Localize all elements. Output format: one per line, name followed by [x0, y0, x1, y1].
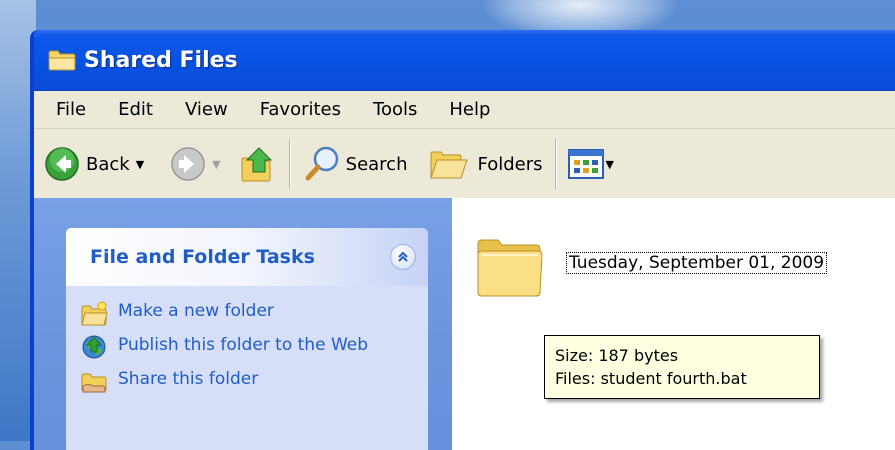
task-panel-header[interactable]: File and Folder Tasks	[66, 228, 428, 286]
back-button[interactable]: Back ▼	[44, 146, 144, 182]
toolbar: Back ▼ ▼ Search Folders ▼	[34, 129, 895, 200]
menu-edit[interactable]: Edit	[112, 97, 159, 122]
up-folder-icon	[241, 147, 272, 182]
task-panel-title: File and Folder Tasks	[90, 246, 315, 268]
back-label: Back	[86, 153, 130, 175]
title-bar[interactable]: Shared Files	[34, 30, 895, 91]
views-button[interactable]: ▼	[567, 149, 614, 179]
folder-icon	[477, 239, 543, 297]
tooltip-size: Size: 187 bytes	[555, 346, 679, 365]
views-dropdown-icon[interactable]: ▼	[606, 158, 614, 171]
toolbar-separator	[288, 139, 290, 189]
back-arrow-icon	[45, 147, 79, 181]
collapse-chevron-icon[interactable]	[390, 244, 416, 270]
back-dropdown-icon[interactable]: ▼	[136, 158, 144, 171]
file-list-area: Tuesday, September 01, 2009 Size: 187 by…	[452, 198, 895, 450]
menu-view[interactable]: View	[179, 97, 234, 122]
publish-web-icon	[82, 335, 106, 359]
folder-info-tooltip: Size: 187 bytes Files: student fourth.ba…	[544, 335, 820, 399]
main-area: File and Folder Tasks Make a new folder …	[34, 198, 895, 450]
share-folder-icon	[81, 373, 107, 393]
menu-favorites[interactable]: Favorites	[254, 97, 347, 122]
folder-name[interactable]: Tuesday, September 01, 2009	[566, 252, 828, 274]
task-panel-body: Make a new folder Publish this folder to…	[66, 286, 428, 450]
folder-item[interactable]: Tuesday, September 01, 2009	[474, 230, 828, 302]
menu-tools[interactable]: Tools	[367, 97, 423, 122]
explorer-window: Shared Files File Edit View Favorites To…	[30, 30, 895, 450]
file-folder-tasks-panel: File and Folder Tasks Make a new folder …	[66, 228, 428, 450]
window-title: Shared Files	[84, 47, 238, 73]
forward-arrow-icon	[171, 147, 205, 181]
up-button[interactable]	[239, 144, 277, 184]
menu-help[interactable]: Help	[443, 97, 496, 122]
menu-file[interactable]: File	[50, 97, 92, 122]
task-make-new-folder[interactable]: Make a new folder	[66, 296, 428, 330]
forward-dropdown-icon[interactable]: ▼	[212, 158, 220, 171]
new-folder-icon	[81, 301, 108, 326]
toolbar-separator-2	[554, 139, 556, 189]
search-label: Search	[345, 153, 408, 175]
search-magnifier-icon	[305, 146, 338, 181]
folders-icon	[430, 151, 469, 179]
forward-button[interactable]: ▼	[170, 146, 221, 182]
views-icon	[567, 149, 604, 179]
folders-button[interactable]: Folders	[429, 146, 543, 182]
task-label: Publish this folder to the Web	[118, 335, 369, 355]
task-share-folder[interactable]: Share this folder	[66, 364, 428, 398]
task-label: Make a new folder	[118, 301, 274, 321]
menu-bar: File Edit View Favorites Tools Help	[34, 91, 895, 129]
tooltip-files: Files: student fourth.bat	[555, 369, 747, 388]
folders-label: Folders	[477, 153, 543, 175]
task-label: Share this folder	[118, 369, 259, 389]
task-publish-web[interactable]: Publish this folder to the Web	[66, 330, 428, 364]
folder-title-icon	[48, 50, 76, 71]
sidebar: File and Folder Tasks Make a new folder …	[34, 198, 452, 450]
search-button[interactable]: Search	[302, 144, 408, 184]
